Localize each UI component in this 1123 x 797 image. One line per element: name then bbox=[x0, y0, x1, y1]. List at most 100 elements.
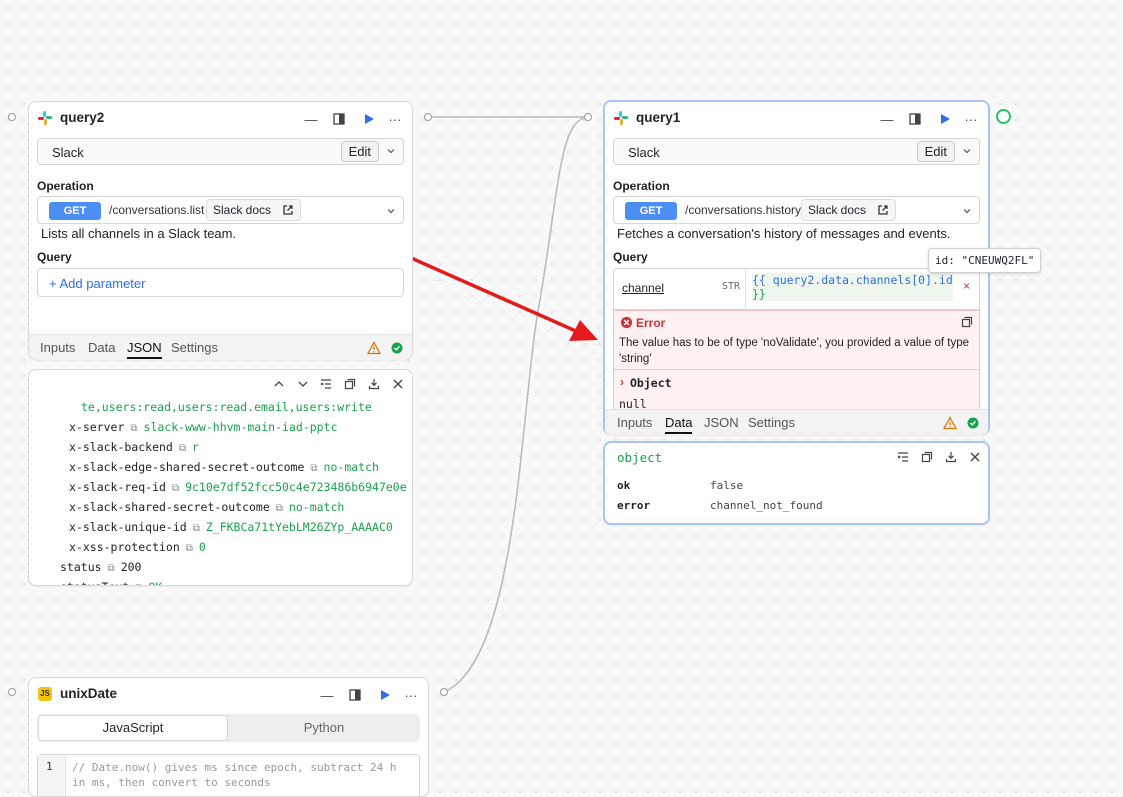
param-type: STR bbox=[722, 281, 741, 292]
copy-icon: ⧉ bbox=[192, 523, 200, 534]
json-line: x-slack-req-id ⧉ 9c10e7df52fcc50c4e723486b… bbox=[69, 480, 407, 494]
slack-logo-icon bbox=[38, 111, 52, 125]
tab-json[interactable]: JSON bbox=[127, 340, 162, 359]
remove-param-icon[interactable]: × bbox=[963, 279, 970, 293]
chevron-down-icon[interactable] bbox=[962, 206, 972, 216]
param-name[interactable]: channel bbox=[622, 281, 664, 295]
operation-label: Operation bbox=[613, 179, 670, 193]
unixdate-card[interactable]: JS unixDate — ··· JavaScript Python 1 //… bbox=[28, 677, 429, 797]
chevron-down-icon[interactable] bbox=[294, 375, 312, 393]
unixdate-input-port[interactable] bbox=[8, 688, 16, 696]
unixdate-title[interactable]: unixDate bbox=[60, 686, 117, 701]
json-line: x-slack-edge-shared-secret-outcome ⧉ no-ma… bbox=[69, 460, 379, 474]
collapse-all-icon[interactable] bbox=[317, 375, 335, 393]
tab-data[interactable]: Data bbox=[665, 415, 693, 434]
copy-icon[interactable] bbox=[341, 375, 359, 393]
warning-icon[interactable] bbox=[367, 341, 381, 355]
query1-input-port[interactable] bbox=[584, 113, 592, 121]
copy-icon: ⧉ bbox=[178, 443, 186, 454]
download-icon[interactable] bbox=[365, 375, 383, 393]
tab-python[interactable]: Python bbox=[228, 715, 420, 741]
more-icon[interactable]: ··· bbox=[402, 686, 420, 704]
more-icon[interactable]: ··· bbox=[386, 110, 404, 128]
close-icon[interactable] bbox=[389, 375, 407, 393]
error-message: The value has to be of type 'noValidate'… bbox=[619, 337, 970, 365]
result-key: ok bbox=[617, 479, 631, 492]
warning-icon[interactable] bbox=[943, 416, 957, 430]
close-icon[interactable] bbox=[966, 448, 984, 466]
chevron-down-icon[interactable] bbox=[386, 146, 396, 156]
success-check-icon bbox=[967, 417, 979, 429]
unixdate-output-port[interactable] bbox=[440, 688, 448, 696]
success-check-icon bbox=[391, 342, 403, 354]
json-line: x-slack-shared-secret-outcome ⧉ no-match bbox=[69, 500, 345, 514]
query1-output-port[interactable] bbox=[996, 109, 1011, 124]
chevron-up-icon[interactable] bbox=[270, 375, 288, 393]
json-line: statusText⧉OK bbox=[60, 580, 162, 585]
query2-title[interactable]: query2 bbox=[60, 110, 104, 125]
download-icon[interactable] bbox=[942, 448, 960, 466]
panel-toggle-icon[interactable] bbox=[906, 110, 924, 128]
result-title: object bbox=[617, 450, 663, 465]
panel-toggle-icon[interactable] bbox=[346, 686, 364, 704]
query1-title[interactable]: query1 bbox=[636, 110, 680, 125]
slack-docs-link[interactable]: Slack docs bbox=[206, 199, 302, 221]
tab-settings[interactable]: Settings bbox=[748, 415, 795, 430]
param-value-input[interactable]: {{ query2.data.channels[0].id }} bbox=[752, 273, 953, 301]
annotation-arrow-head bbox=[569, 320, 598, 341]
copy-icon: ⧉ bbox=[107, 563, 115, 574]
endpoint-path: /conversations.history bbox=[685, 203, 802, 217]
query1-resource-select[interactable]: Slack Edit bbox=[613, 138, 980, 165]
query2-resource-select[interactable]: Slack Edit bbox=[37, 138, 404, 165]
error-object-label[interactable]: Object bbox=[630, 376, 672, 390]
more-icon[interactable]: ··· bbox=[962, 110, 980, 128]
wire-unixdate-query1 bbox=[443, 116, 589, 693]
slack-docs-link[interactable]: Slack docs bbox=[801, 199, 897, 221]
slack-logo-icon bbox=[614, 111, 628, 125]
collapse-all-icon[interactable] bbox=[894, 448, 912, 466]
chevron-right-icon[interactable]: › bbox=[620, 375, 624, 389]
query2-edit-button[interactable]: Edit bbox=[340, 141, 379, 162]
panel-toggle-icon[interactable] bbox=[330, 110, 348, 128]
query2-card[interactable]: query2 — ··· Slack Edit Operation GET /c… bbox=[28, 101, 413, 360]
error-panel: Error The value has to be of type 'noVal… bbox=[613, 310, 980, 413]
query2-output-port[interactable] bbox=[424, 113, 432, 121]
result-card[interactable]: object ok false error channel_not_found bbox=[603, 441, 990, 525]
external-link-icon bbox=[878, 205, 889, 215]
copy-icon: ⧉ bbox=[135, 583, 142, 585]
json-line: x-xss-protection ⧉ 0 bbox=[69, 540, 206, 554]
chevron-down-icon[interactable] bbox=[962, 146, 972, 156]
query2-input-port[interactable] bbox=[8, 113, 16, 121]
endpoint-path: /conversations.list bbox=[109, 203, 205, 217]
minimize-icon[interactable]: — bbox=[878, 110, 896, 128]
tab-data[interactable]: Data bbox=[88, 340, 115, 355]
code-editor[interactable]: 1 // Date.now() gives ms since epoch, su… bbox=[37, 754, 420, 796]
minimize-icon[interactable]: — bbox=[318, 686, 336, 704]
json-viewer-card[interactable]: te,users:read,users:read.email,users:wri… bbox=[28, 369, 413, 586]
tab-javascript[interactable]: JavaScript bbox=[38, 715, 228, 741]
copy-icon[interactable] bbox=[961, 316, 973, 328]
add-parameter-button[interactable]: + Add parameter bbox=[49, 276, 145, 291]
copy-icon[interactable] bbox=[918, 448, 936, 466]
tab-inputs[interactable]: Inputs bbox=[40, 340, 75, 355]
result-value: false bbox=[710, 479, 744, 492]
query2-operation-select[interactable]: GET /conversations.list Slack docs bbox=[37, 196, 404, 224]
external-link-icon bbox=[283, 205, 294, 215]
tab-settings[interactable]: Settings bbox=[171, 340, 218, 355]
run-icon[interactable] bbox=[376, 686, 394, 704]
run-icon[interactable] bbox=[360, 110, 378, 128]
chevron-down-icon[interactable] bbox=[386, 206, 396, 216]
code-comment: // Date.now() gives ms since epoch, subt… bbox=[72, 761, 397, 789]
query2-tabs: Inputs Data JSON Settings bbox=[29, 334, 412, 360]
query2-params-box: + Add parameter bbox=[37, 268, 404, 297]
minimize-icon[interactable]: — bbox=[302, 110, 320, 128]
run-icon[interactable] bbox=[936, 110, 954, 128]
error-title: Error bbox=[636, 316, 666, 330]
http-method-badge: GET bbox=[625, 202, 677, 220]
copy-icon: ⧉ bbox=[275, 503, 283, 514]
tab-json[interactable]: JSON bbox=[704, 415, 739, 430]
query1-operation-select[interactable]: GET /conversations.history Slack docs bbox=[613, 196, 980, 224]
error-icon bbox=[620, 316, 633, 329]
tab-inputs[interactable]: Inputs bbox=[617, 415, 652, 430]
query1-edit-button[interactable]: Edit bbox=[916, 141, 955, 162]
